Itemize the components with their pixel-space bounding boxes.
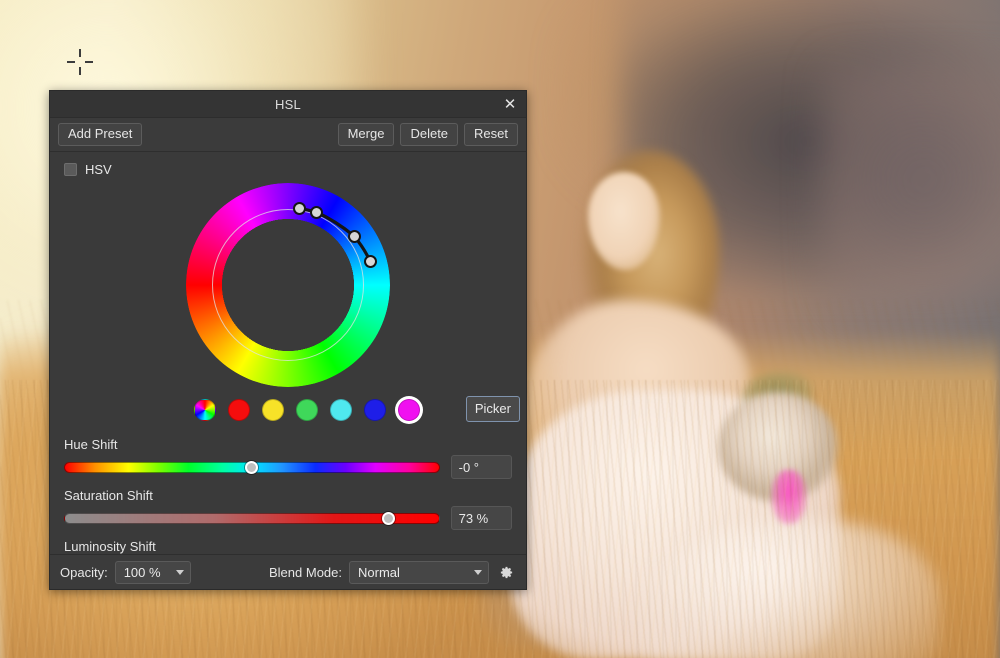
saturation-shift-row: 73 % xyxy=(64,506,512,530)
hue-shift-slider-block: Hue Shift -0 ° xyxy=(64,437,512,479)
chevron-down-icon xyxy=(175,570,184,575)
hsv-checkbox[interactable] xyxy=(64,163,77,176)
panel-titlebar[interactable]: HSL ✕ xyxy=(50,91,526,118)
panel-title: HSL xyxy=(275,96,301,112)
saturation-shift-slider[interactable] xyxy=(64,511,440,525)
wheel-handle-3[interactable] xyxy=(347,229,361,243)
crosshair-left-tick xyxy=(67,61,75,63)
swatch-row: Picker xyxy=(64,396,520,422)
reset-button[interactable]: Reset xyxy=(464,122,518,147)
panel-toolbar: Add Preset Merge Delete Reset xyxy=(50,118,526,152)
hue-shift-slider[interactable] xyxy=(64,460,440,474)
crosshair-right-tick xyxy=(85,61,93,63)
hsv-label[interactable]: HSV xyxy=(85,162,112,177)
hue-shift-value[interactable]: -0 ° xyxy=(450,455,512,479)
opacity-dropdown[interactable]: 100 % xyxy=(114,560,191,584)
picker-button[interactable]: Picker xyxy=(465,396,520,422)
hue-shift-row: -0 ° xyxy=(64,455,512,479)
hsl-panel: HSL ✕ Add Preset Merge Delete Reset HSV xyxy=(49,90,527,590)
saturation-shift-label: Saturation Shift xyxy=(64,488,153,503)
delete-button[interactable]: Delete xyxy=(400,122,459,147)
swatch-magenta[interactable] xyxy=(398,399,420,421)
swatch-red[interactable] xyxy=(228,399,250,421)
crosshair-top-tick xyxy=(79,49,81,57)
opacity-label: Opacity: xyxy=(60,564,108,580)
panel-body: HSV Picker Hue Shift -0 ° Saturation Shi… xyxy=(50,152,526,581)
swatch-yellow[interactable] xyxy=(262,399,284,421)
blend-mode-dropdown[interactable]: Normal xyxy=(349,560,489,584)
gear-icon[interactable] xyxy=(496,562,516,582)
saturation-shift-knob[interactable] xyxy=(382,511,396,525)
merge-button[interactable]: Merge xyxy=(337,122,395,147)
close-icon[interactable]: ✕ xyxy=(498,93,522,116)
blend-mode-label: Blend Mode: xyxy=(269,564,342,580)
chevron-down-icon xyxy=(474,570,482,575)
saturation-shift-slider-block: Saturation Shift 73 % xyxy=(64,488,512,530)
crosshair-cursor xyxy=(67,49,93,75)
hue-shift-knob[interactable] xyxy=(245,460,259,474)
luminosity-shift-label: Luminosity Shift xyxy=(64,539,156,554)
hsv-option-row: HSV xyxy=(64,162,512,177)
swatch-cyan[interactable] xyxy=(330,399,352,421)
wheel-handle-4[interactable] xyxy=(363,254,377,268)
screen: HSL ✕ Add Preset Merge Delete Reset HSV xyxy=(0,0,1000,658)
opacity-value: 100 % xyxy=(123,564,161,580)
add-preset-button[interactable]: Add Preset xyxy=(58,122,143,147)
swatch-blue[interactable] xyxy=(364,399,386,421)
color-wheel-guide-ring xyxy=(212,209,364,361)
blend-mode-value: Normal xyxy=(358,564,400,580)
saturation-shift-value[interactable]: 73 % xyxy=(450,506,512,530)
panel-footer: Opacity: 100 % Blend Mode: Normal xyxy=(50,554,526,589)
swatch-green[interactable] xyxy=(296,399,318,421)
color-wheel[interactable] xyxy=(186,183,390,387)
swatch-rainbow[interactable] xyxy=(194,399,216,421)
crosshair-bottom-tick xyxy=(79,67,81,75)
wheel-handle-2[interactable] xyxy=(309,205,323,219)
wheel-handle-1[interactable] xyxy=(292,201,306,215)
hue-shift-label: Hue Shift xyxy=(64,437,118,452)
